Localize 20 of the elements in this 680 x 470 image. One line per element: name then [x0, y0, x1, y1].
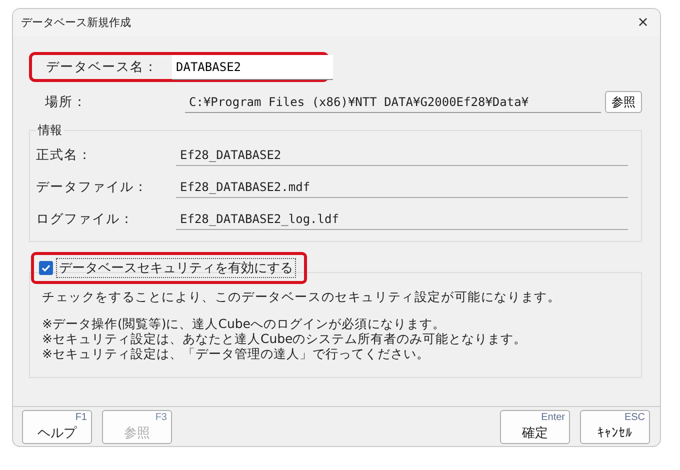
database-name-field[interactable]: DATABASE2: [172, 54, 333, 80]
field-label: ログファイル：: [36, 211, 135, 228]
group-title: 情報: [36, 122, 64, 139]
function-key-button[interactable]: ESC ｷｬﾝｾﾙ: [580, 410, 650, 444]
note-text: ※セキュリティ設定は、「データ管理の達人」で行ってください。: [42, 346, 430, 361]
field-label: 場所：: [45, 94, 88, 111]
description-text: チェックをすることにより、このデータベースのセキュリティ設定が可能になります。: [42, 289, 562, 306]
function-key-button[interactable]: F1 ヘルプ: [22, 410, 92, 444]
field-label: 正式名：: [36, 147, 93, 164]
note-text: ※セキュリティ設定は、あなたと達人Cubeのシステム所有者のみ可能となります。: [42, 331, 528, 346]
note-text: ※データ操作(閲覧等)に、達人Cubeへのログインが必須になります。: [42, 316, 447, 331]
checkbox-label[interactable]: データベースセキュリティを有効にする: [56, 258, 296, 278]
checkbox[interactable]: [39, 261, 53, 275]
checkmark-icon: [40, 262, 52, 274]
function-key-button[interactable]: Enter 確定: [500, 410, 570, 444]
window-title: データベース新規作成: [21, 15, 131, 30]
close-button[interactable]: ×: [626, 9, 660, 36]
field-label: データファイル：: [36, 179, 149, 196]
field-label: データベース名：: [46, 59, 159, 76]
browse-button[interactable]: 参照: [605, 91, 642, 113]
